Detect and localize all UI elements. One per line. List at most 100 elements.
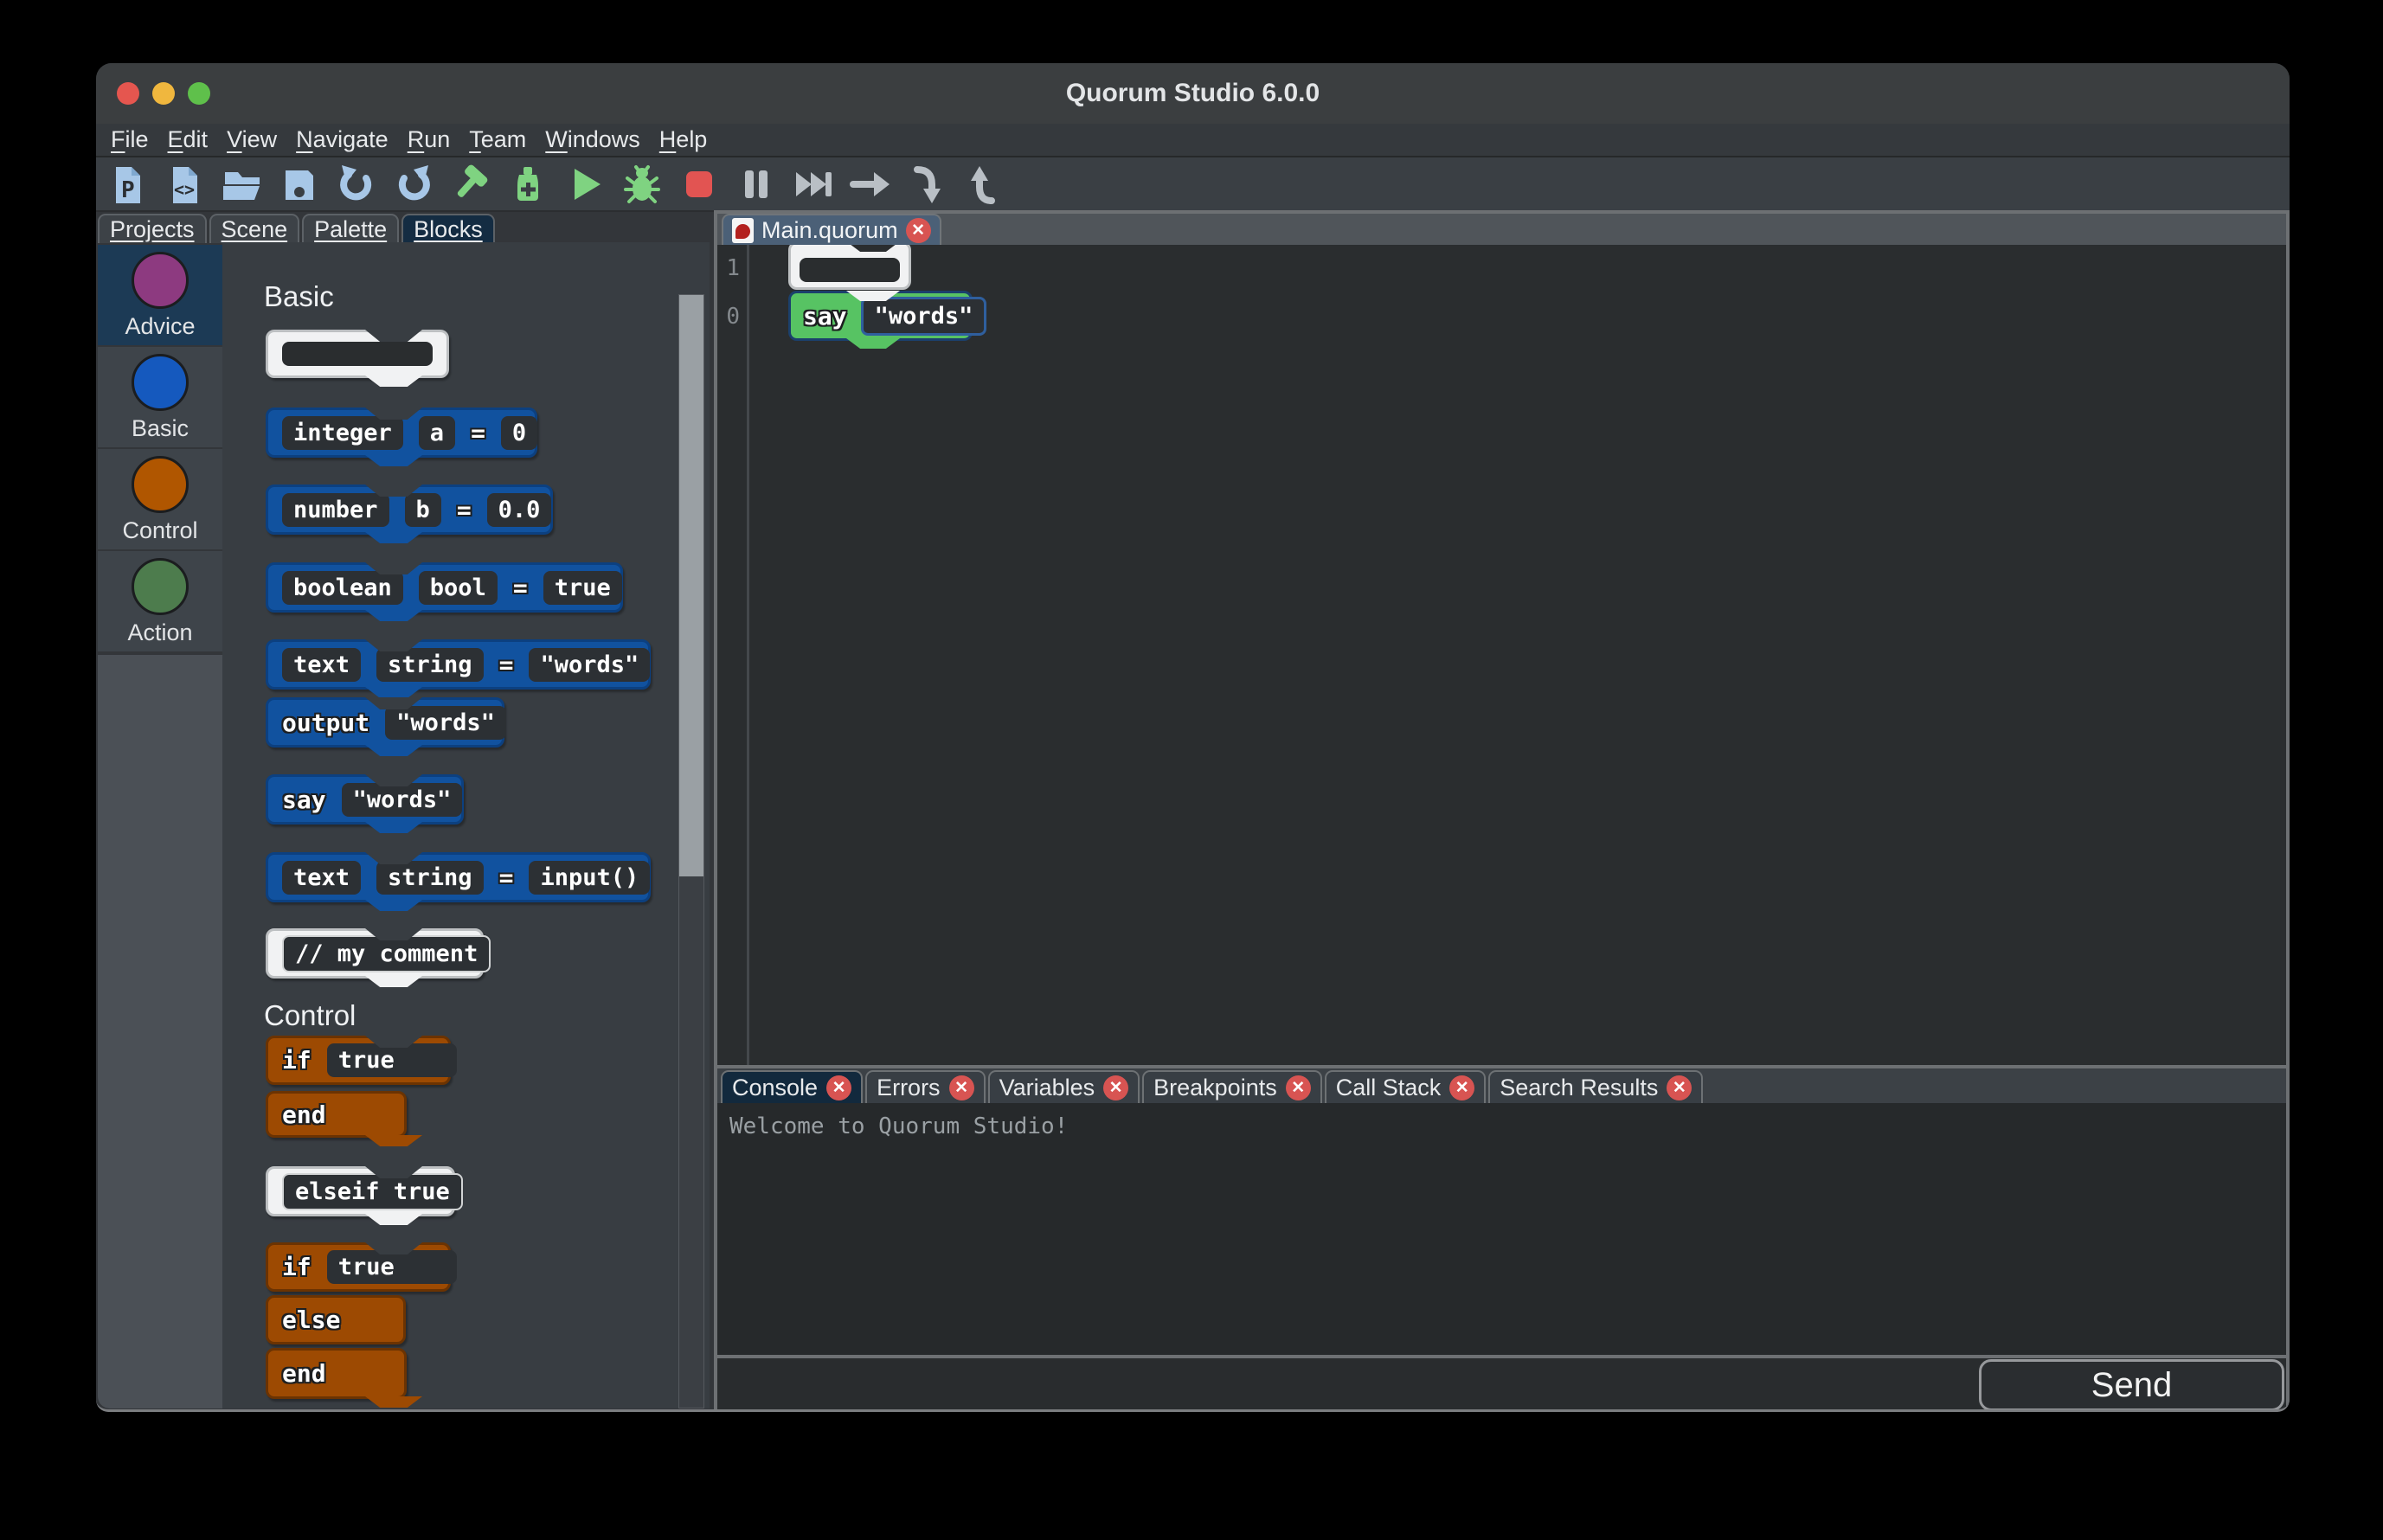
undo-button[interactable] (333, 161, 380, 208)
palette-block-integer[interactable]: integer a = 0 (266, 407, 538, 466)
toolbar: P <> (96, 157, 2290, 212)
palette-block-else[interactable]: else (266, 1295, 406, 1344)
editor-block-say[interactable]: say "words" (788, 291, 987, 349)
action-circle-icon (132, 558, 189, 615)
close-tab-icon[interactable] (826, 1075, 852, 1100)
step-into-button[interactable] (904, 161, 951, 208)
menu-windows[interactable]: Windows (536, 126, 650, 153)
editor-block-blank[interactable] (788, 245, 911, 290)
redo-icon (398, 164, 430, 200)
blank-slot (282, 342, 433, 366)
app-window: Quorum Studio 6.0.0 File Edit View Navig… (96, 63, 2290, 1412)
fast-forward-icon (796, 171, 832, 196)
blank-slot (800, 258, 900, 282)
palette-block-if-else[interactable]: if true (266, 1242, 457, 1292)
step-over-button[interactable] (847, 161, 894, 208)
block-editor-canvas[interactable]: 1 0 say "words" (717, 245, 2286, 1065)
bug-icon (624, 164, 660, 203)
menu-navigate[interactable]: Navigate (286, 126, 398, 153)
category-basic[interactable]: Basic (98, 347, 222, 447)
save-button[interactable] (276, 161, 323, 208)
redo-button[interactable] (390, 161, 437, 208)
line-number-gutter: 1 0 (717, 245, 749, 1065)
menu-help[interactable]: Help (650, 126, 717, 153)
clean-build-button[interactable] (504, 161, 551, 208)
menu-edit[interactable]: Edit (158, 126, 218, 153)
close-tab-icon[interactable] (948, 1075, 974, 1100)
svg-text:<>: <> (174, 179, 195, 200)
menu-run[interactable]: Run (398, 126, 460, 153)
window-title: Quorum Studio 6.0.0 (1065, 79, 1320, 107)
svg-text:P: P (121, 177, 135, 203)
tab-scene[interactable]: Scene (209, 214, 300, 243)
stop-icon (686, 170, 712, 197)
section-title-control: Control (264, 999, 356, 1031)
palette-block-output[interactable]: output "words" (266, 697, 506, 756)
menu-file[interactable]: File (101, 126, 158, 153)
editor-tab-bar: Main.quorum (717, 214, 2286, 245)
palette-block-boolean[interactable]: boolean bool = true (266, 562, 623, 621)
title-bar: Quorum Studio 6.0.0 (96, 63, 2290, 124)
close-tab-icon[interactable] (1285, 1075, 1311, 1100)
palette-block-if[interactable]: if true (266, 1036, 457, 1085)
stop-button[interactable] (676, 161, 723, 208)
left-panel-tabs: Projects Scene Palette Blocks (98, 214, 495, 243)
tab-console[interactable]: Console (721, 1070, 864, 1103)
palette-block-text-input[interactable]: text string = input() (266, 852, 651, 911)
tab-blocks[interactable]: Blocks (401, 214, 495, 243)
debug-button[interactable] (619, 161, 665, 208)
open-folder-icon (223, 171, 260, 200)
pause-icon (745, 170, 768, 198)
close-tab-icon[interactable] (905, 217, 931, 243)
category-control[interactable]: Control (98, 449, 222, 549)
run-button[interactable] (562, 161, 608, 208)
continue-button[interactable] (790, 161, 837, 208)
tab-main-quorum[interactable]: Main.quorum (722, 214, 941, 245)
control-circle-icon (132, 456, 189, 513)
palette-block-end[interactable]: end (266, 1091, 422, 1146)
palette-scrollbar[interactable] (678, 294, 704, 1408)
step-out-button[interactable] (961, 161, 1008, 208)
advice-circle-icon (132, 252, 189, 309)
new-project-icon: P (116, 166, 140, 203)
arrow-right-icon (850, 171, 890, 196)
new-class-button[interactable]: <> (162, 161, 209, 208)
close-tab-icon[interactable] (1449, 1075, 1475, 1100)
tab-errors[interactable]: Errors (865, 1070, 986, 1103)
send-button[interactable]: Send (1979, 1359, 2284, 1409)
tab-call-stack[interactable]: Call Stack (1324, 1070, 1487, 1103)
close-tab-icon[interactable] (1103, 1075, 1129, 1100)
tab-breakpoints[interactable]: Breakpoints (1142, 1070, 1322, 1103)
menu-bar: File Edit View Navigate Run Team Windows… (96, 124, 2290, 157)
console-tab-bar: Console Errors Variables Breakpoints Cal… (717, 1068, 2286, 1103)
tab-palette[interactable]: Palette (302, 214, 400, 243)
palette-block-end-2[interactable]: end (266, 1348, 422, 1408)
tab-variables[interactable]: Variables (987, 1070, 1140, 1103)
palette-block-elseif[interactable]: elseif true (266, 1166, 463, 1225)
category-advice[interactable]: Advice (98, 245, 222, 345)
open-project-button[interactable] (219, 161, 266, 208)
build-button[interactable] (447, 161, 494, 208)
palette-block-say[interactable]: say "words" (266, 774, 464, 833)
arrow-down-curved-icon (914, 165, 941, 203)
menu-view[interactable]: View (217, 126, 286, 153)
close-tab-icon[interactable] (1667, 1075, 1693, 1100)
new-project-button[interactable]: P (105, 161, 151, 208)
save-icon (286, 170, 313, 200)
palette-scrollbar-thumb[interactable] (679, 295, 703, 876)
palette-block-number[interactable]: number b = 0.0 (266, 484, 553, 543)
hammer-icon (457, 164, 488, 197)
editor-console-panel: Main.quorum 1 0 say "words" Console (714, 210, 2290, 1409)
palette-block-blank[interactable] (266, 330, 449, 387)
palette-block-comment[interactable]: // my comment (266, 928, 491, 987)
menu-team[interactable]: Team (459, 126, 536, 153)
tab-search-results[interactable]: Search Results (1488, 1070, 1704, 1103)
arrow-up-curved-icon (971, 165, 995, 204)
new-class-icon: <> (173, 166, 197, 203)
palette-block-text[interactable]: text string = "words" (266, 639, 651, 698)
bottle-plus-icon (517, 166, 538, 201)
category-action[interactable]: Action (98, 551, 222, 651)
pause-button[interactable] (733, 161, 780, 208)
tab-projects[interactable]: Projects (98, 214, 207, 243)
play-icon (575, 168, 601, 200)
